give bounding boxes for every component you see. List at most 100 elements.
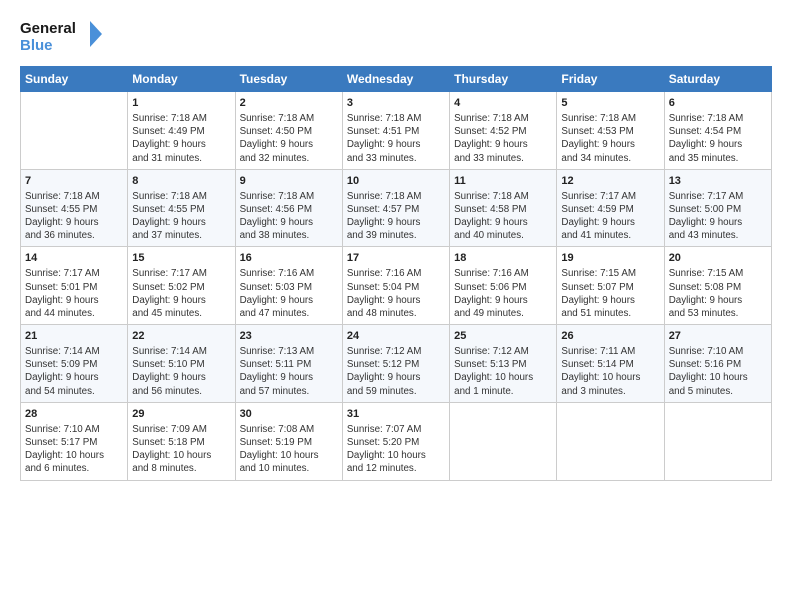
col-header-wednesday: Wednesday	[342, 67, 449, 92]
col-header-sunday: Sunday	[21, 67, 128, 92]
calendar-cell: 25Sunrise: 7:12 AMSunset: 5:13 PMDayligh…	[450, 325, 557, 403]
header-row: SundayMondayTuesdayWednesdayThursdayFrid…	[21, 67, 772, 92]
logo-svg: GeneralBlue	[20, 16, 110, 56]
day-info: Sunrise: 7:17 AMSunset: 5:02 PMDaylight:…	[132, 267, 230, 320]
day-number: 25	[454, 329, 552, 344]
calendar-cell: 7Sunrise: 7:18 AMSunset: 4:55 PMDaylight…	[21, 169, 128, 247]
day-number: 1	[132, 96, 230, 111]
day-number: 11	[454, 174, 552, 189]
calendar-cell	[664, 402, 771, 480]
day-number: 13	[669, 174, 767, 189]
day-number: 8	[132, 174, 230, 189]
calendar-cell: 1Sunrise: 7:18 AMSunset: 4:49 PMDaylight…	[128, 92, 235, 170]
day-info: Sunrise: 7:13 AMSunset: 5:11 PMDaylight:…	[240, 345, 338, 398]
calendar-cell: 12Sunrise: 7:17 AMSunset: 4:59 PMDayligh…	[557, 169, 664, 247]
day-info: Sunrise: 7:08 AMSunset: 5:19 PMDaylight:…	[240, 423, 338, 476]
day-number: 20	[669, 251, 767, 266]
day-number: 19	[561, 251, 659, 266]
day-info: Sunrise: 7:18 AMSunset: 4:51 PMDaylight:…	[347, 112, 445, 165]
day-number: 23	[240, 329, 338, 344]
day-info: Sunrise: 7:16 AMSunset: 5:06 PMDaylight:…	[454, 267, 552, 320]
calendar-cell: 10Sunrise: 7:18 AMSunset: 4:57 PMDayligh…	[342, 169, 449, 247]
day-info: Sunrise: 7:07 AMSunset: 5:20 PMDaylight:…	[347, 423, 445, 476]
calendar-cell: 13Sunrise: 7:17 AMSunset: 5:00 PMDayligh…	[664, 169, 771, 247]
day-number: 31	[347, 407, 445, 422]
day-info: Sunrise: 7:18 AMSunset: 4:54 PMDaylight:…	[669, 112, 767, 165]
week-row-5: 28Sunrise: 7:10 AMSunset: 5:17 PMDayligh…	[21, 402, 772, 480]
day-info: Sunrise: 7:18 AMSunset: 4:55 PMDaylight:…	[132, 190, 230, 243]
day-info: Sunrise: 7:17 AMSunset: 5:00 PMDaylight:…	[669, 190, 767, 243]
day-number: 27	[669, 329, 767, 344]
day-number: 4	[454, 96, 552, 111]
calendar-table: SundayMondayTuesdayWednesdayThursdayFrid…	[20, 66, 772, 481]
day-number: 21	[25, 329, 123, 344]
calendar-cell: 26Sunrise: 7:11 AMSunset: 5:14 PMDayligh…	[557, 325, 664, 403]
day-number: 6	[669, 96, 767, 111]
day-number: 24	[347, 329, 445, 344]
calendar-cell: 19Sunrise: 7:15 AMSunset: 5:07 PMDayligh…	[557, 247, 664, 325]
calendar-cell: 20Sunrise: 7:15 AMSunset: 5:08 PMDayligh…	[664, 247, 771, 325]
calendar-cell: 28Sunrise: 7:10 AMSunset: 5:17 PMDayligh…	[21, 402, 128, 480]
day-info: Sunrise: 7:18 AMSunset: 4:52 PMDaylight:…	[454, 112, 552, 165]
day-number: 7	[25, 174, 123, 189]
calendar-cell: 17Sunrise: 7:16 AMSunset: 5:04 PMDayligh…	[342, 247, 449, 325]
calendar-cell: 16Sunrise: 7:16 AMSunset: 5:03 PMDayligh…	[235, 247, 342, 325]
day-number: 3	[347, 96, 445, 111]
calendar-cell: 27Sunrise: 7:10 AMSunset: 5:16 PMDayligh…	[664, 325, 771, 403]
day-info: Sunrise: 7:18 AMSunset: 4:50 PMDaylight:…	[240, 112, 338, 165]
day-number: 22	[132, 329, 230, 344]
day-number: 14	[25, 251, 123, 266]
day-number: 18	[454, 251, 552, 266]
day-number: 30	[240, 407, 338, 422]
day-info: Sunrise: 7:15 AMSunset: 5:07 PMDaylight:…	[561, 267, 659, 320]
day-info: Sunrise: 7:18 AMSunset: 4:56 PMDaylight:…	[240, 190, 338, 243]
calendar-cell	[557, 402, 664, 480]
day-number: 12	[561, 174, 659, 189]
day-number: 9	[240, 174, 338, 189]
day-number: 5	[561, 96, 659, 111]
day-info: Sunrise: 7:18 AMSunset: 4:55 PMDaylight:…	[25, 190, 123, 243]
day-info: Sunrise: 7:12 AMSunset: 5:12 PMDaylight:…	[347, 345, 445, 398]
week-row-2: 7Sunrise: 7:18 AMSunset: 4:55 PMDaylight…	[21, 169, 772, 247]
day-info: Sunrise: 7:16 AMSunset: 5:03 PMDaylight:…	[240, 267, 338, 320]
calendar-cell: 29Sunrise: 7:09 AMSunset: 5:18 PMDayligh…	[128, 402, 235, 480]
calendar-cell: 6Sunrise: 7:18 AMSunset: 4:54 PMDaylight…	[664, 92, 771, 170]
calendar-cell: 31Sunrise: 7:07 AMSunset: 5:20 PMDayligh…	[342, 402, 449, 480]
calendar-cell: 24Sunrise: 7:12 AMSunset: 5:12 PMDayligh…	[342, 325, 449, 403]
calendar-cell: 18Sunrise: 7:16 AMSunset: 5:06 PMDayligh…	[450, 247, 557, 325]
day-info: Sunrise: 7:18 AMSunset: 4:58 PMDaylight:…	[454, 190, 552, 243]
calendar-cell: 21Sunrise: 7:14 AMSunset: 5:09 PMDayligh…	[21, 325, 128, 403]
day-info: Sunrise: 7:10 AMSunset: 5:17 PMDaylight:…	[25, 423, 123, 476]
day-number: 10	[347, 174, 445, 189]
day-info: Sunrise: 7:18 AMSunset: 4:49 PMDaylight:…	[132, 112, 230, 165]
day-info: Sunrise: 7:10 AMSunset: 5:16 PMDaylight:…	[669, 345, 767, 398]
col-header-thursday: Thursday	[450, 67, 557, 92]
week-row-1: 1Sunrise: 7:18 AMSunset: 4:49 PMDaylight…	[21, 92, 772, 170]
day-number: 16	[240, 251, 338, 266]
svg-text:General: General	[20, 20, 76, 37]
calendar-cell: 23Sunrise: 7:13 AMSunset: 5:11 PMDayligh…	[235, 325, 342, 403]
day-number: 26	[561, 329, 659, 344]
col-header-tuesday: Tuesday	[235, 67, 342, 92]
day-info: Sunrise: 7:09 AMSunset: 5:18 PMDaylight:…	[132, 423, 230, 476]
day-info: Sunrise: 7:11 AMSunset: 5:14 PMDaylight:…	[561, 345, 659, 398]
day-info: Sunrise: 7:12 AMSunset: 5:13 PMDaylight:…	[454, 345, 552, 398]
day-info: Sunrise: 7:15 AMSunset: 5:08 PMDaylight:…	[669, 267, 767, 320]
calendar-cell	[21, 92, 128, 170]
col-header-monday: Monday	[128, 67, 235, 92]
calendar-cell	[450, 402, 557, 480]
day-info: Sunrise: 7:18 AMSunset: 4:53 PMDaylight:…	[561, 112, 659, 165]
day-number: 29	[132, 407, 230, 422]
day-info: Sunrise: 7:14 AMSunset: 5:10 PMDaylight:…	[132, 345, 230, 398]
day-info: Sunrise: 7:17 AMSunset: 4:59 PMDaylight:…	[561, 190, 659, 243]
calendar-cell: 30Sunrise: 7:08 AMSunset: 5:19 PMDayligh…	[235, 402, 342, 480]
col-header-saturday: Saturday	[664, 67, 771, 92]
day-info: Sunrise: 7:16 AMSunset: 5:04 PMDaylight:…	[347, 267, 445, 320]
day-number: 15	[132, 251, 230, 266]
header: GeneralBlue	[20, 16, 772, 56]
day-number: 2	[240, 96, 338, 111]
week-row-3: 14Sunrise: 7:17 AMSunset: 5:01 PMDayligh…	[21, 247, 772, 325]
page: GeneralBlue SundayMondayTuesdayWednesday…	[0, 0, 792, 612]
day-info: Sunrise: 7:18 AMSunset: 4:57 PMDaylight:…	[347, 190, 445, 243]
calendar-cell: 4Sunrise: 7:18 AMSunset: 4:52 PMDaylight…	[450, 92, 557, 170]
